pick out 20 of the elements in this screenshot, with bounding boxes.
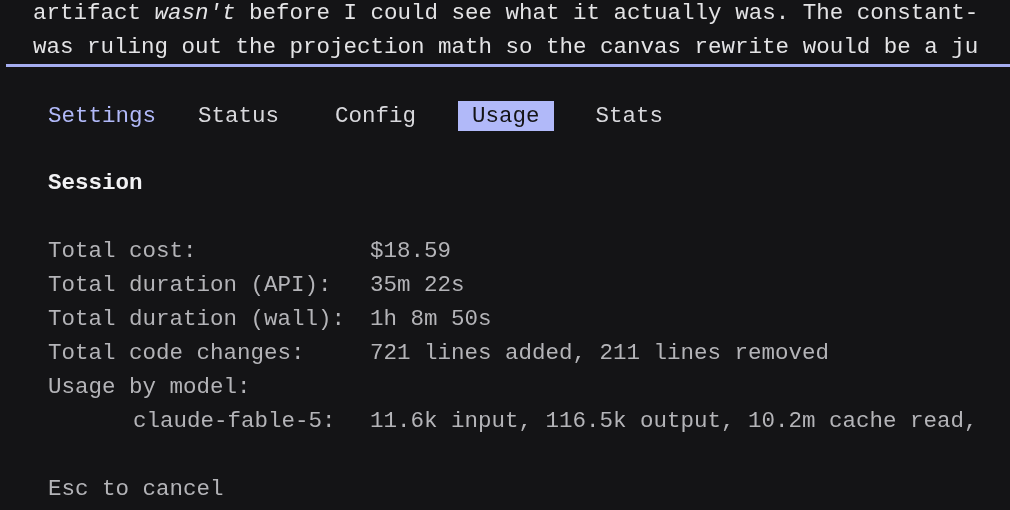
- cancel-hint: Esc to cancel: [48, 475, 224, 504]
- transcript-line: artifact wasn't before I could see what it actually was. The constant-: [33, 0, 979, 28]
- transcript-line: was ruling out the projection math so the canvas rewrite would be a ju: [33, 33, 979, 62]
- section-title: Session: [48, 169, 143, 198]
- stat-label: Total duration (API):: [48, 271, 333, 300]
- settings-title: Settings: [48, 102, 157, 131]
- tab[interactable]: Config: [321, 101, 431, 131]
- tab[interactable]: Usage: [458, 101, 554, 131]
- tab[interactable]: Status: [184, 101, 294, 131]
- stat-value: 1h 8m 50s: [370, 305, 492, 334]
- stat-label: Total cost:: [48, 237, 198, 266]
- stat-label: Usage by model:: [48, 373, 252, 402]
- stat-value: 35m 22s: [370, 271, 465, 300]
- stat-value: 721 lines added, 211 lines removed: [370, 339, 830, 368]
- stat-label: Total code changes:: [48, 339, 306, 368]
- model-usage: 11.6k input, 116.5k output, 10.2m cache read,: [370, 407, 978, 436]
- stat-label: Total duration (wall):: [48, 305, 347, 334]
- stat-value: $18.59: [370, 237, 451, 266]
- tab[interactable]: Stats: [581, 101, 678, 131]
- model-name: claude-fable-5:: [132, 407, 337, 436]
